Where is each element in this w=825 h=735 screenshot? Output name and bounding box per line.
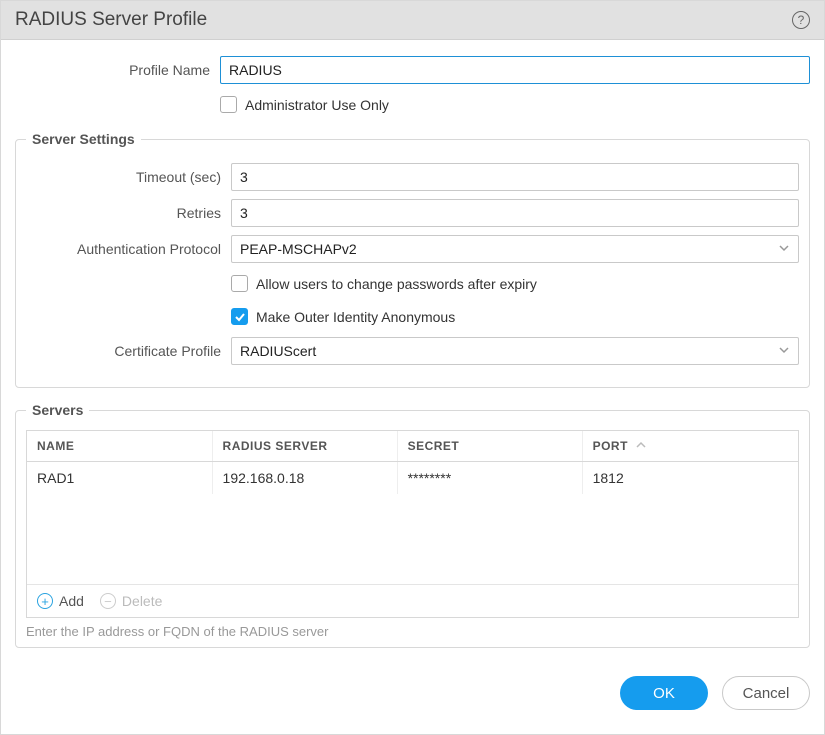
table-toolbar: + Add − Delete: [27, 584, 798, 617]
table-row[interactable]: RAD1 192.168.0.18 ******** 1812: [27, 462, 798, 495]
col-radius-server[interactable]: RADIUS SERVER: [212, 431, 397, 462]
profile-name-input[interactable]: [220, 56, 810, 84]
outer-anon-label: Make Outer Identity Anonymous: [256, 309, 455, 325]
cert-profile-value: RADIUScert: [240, 343, 316, 359]
allow-pw-change-checkbox[interactable]: [231, 275, 248, 292]
server-settings-legend: Server Settings: [26, 131, 141, 147]
outer-anon-checkbox[interactable]: [231, 308, 248, 325]
auth-protocol-label: Authentication Protocol: [26, 241, 231, 257]
col-name[interactable]: NAME: [27, 431, 212, 462]
servers-legend: Servers: [26, 402, 89, 418]
server-settings-group: Server Settings Timeout (sec) Retries Au…: [15, 131, 810, 388]
timeout-row: Timeout (sec): [26, 163, 799, 191]
admin-only-checkbox[interactable]: [220, 96, 237, 113]
profile-name-row: Profile Name: [15, 56, 810, 84]
cert-profile-select[interactable]: RADIUScert: [231, 337, 799, 365]
cert-profile-row: Certificate Profile RADIUScert: [26, 337, 799, 365]
minus-icon: −: [100, 593, 116, 609]
cell-port: 1812: [582, 462, 798, 495]
servers-table-wrap: NAME RADIUS SERVER SECRET PORT: [26, 430, 799, 618]
auth-protocol-value: PEAP-MSCHAPv2: [240, 241, 357, 257]
add-button[interactable]: + Add: [37, 593, 84, 609]
dialog-titlebar: RADIUS Server Profile ?: [1, 1, 824, 40]
servers-table: NAME RADIUS SERVER SECRET PORT: [27, 431, 798, 584]
chevron-down-icon: [778, 241, 790, 257]
retries-label: Retries: [26, 205, 231, 221]
auth-protocol-select[interactable]: PEAP-MSCHAPv2: [231, 235, 799, 263]
retries-input[interactable]: [231, 199, 799, 227]
admin-only-label: Administrator Use Only: [245, 97, 389, 113]
allow-pw-change-label: Allow users to change passwords after ex…: [256, 276, 537, 292]
cert-profile-label: Certificate Profile: [26, 343, 231, 359]
radius-server-profile-dialog: RADIUS Server Profile ? Profile Name Adm…: [0, 0, 825, 735]
delete-button[interactable]: − Delete: [100, 593, 162, 609]
dialog-footer: OK Cancel: [15, 648, 810, 710]
outer-anon-row: Make Outer Identity Anonymous: [26, 304, 799, 329]
sort-asc-icon: [636, 442, 646, 453]
timeout-label: Timeout (sec): [26, 169, 231, 185]
admin-only-row: Administrator Use Only: [15, 92, 810, 117]
retries-row: Retries: [26, 199, 799, 227]
cell-server: 192.168.0.18: [212, 462, 397, 495]
plus-icon: +: [37, 593, 53, 609]
table-empty-space: [27, 494, 798, 584]
dialog-title: RADIUS Server Profile: [15, 9, 207, 31]
table-header-row: NAME RADIUS SERVER SECRET PORT: [27, 431, 798, 462]
timeout-input[interactable]: [231, 163, 799, 191]
help-icon[interactable]: ?: [792, 11, 810, 29]
cell-name: RAD1: [27, 462, 212, 495]
auth-protocol-row: Authentication Protocol PEAP-MSCHAPv2: [26, 235, 799, 263]
servers-group: Servers NAME RADIUS SERVER SECRET PORT: [15, 402, 810, 648]
servers-hint: Enter the IP address or FQDN of the RADI…: [26, 624, 799, 639]
col-port[interactable]: PORT: [582, 431, 798, 462]
cell-secret: ********: [397, 462, 582, 495]
col-secret[interactable]: SECRET: [397, 431, 582, 462]
allow-pw-change-row: Allow users to change passwords after ex…: [26, 271, 799, 296]
dialog-body: Profile Name Administrator Use Only Serv…: [1, 40, 824, 734]
profile-name-label: Profile Name: [15, 62, 220, 78]
chevron-down-icon: [778, 343, 790, 359]
